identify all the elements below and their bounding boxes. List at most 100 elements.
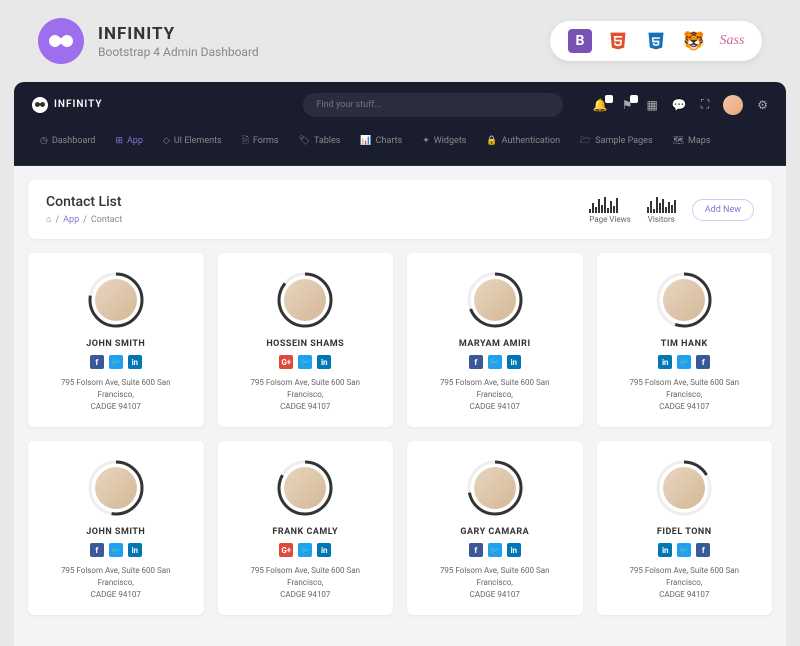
contact-grid: JOHN SMITH f 🐦 in 795 Folsom Ave, Suite 60…	[28, 253, 772, 615]
tech-badges: B 🐯 Sass	[550, 21, 762, 61]
social-links: f 🐦 in	[417, 355, 573, 369]
fb-icon[interactable]: f	[469, 543, 483, 557]
avatar-image	[284, 467, 326, 509]
contact-card: MARYAM AMIRI f🐦in 795 Folsom Ave, Suite …	[407, 253, 583, 427]
in-icon[interactable]: in	[128, 355, 142, 369]
tw-icon[interactable]: 🐦	[677, 543, 691, 557]
breadcrumb-app[interactable]: App	[63, 215, 79, 225]
tw-icon[interactable]: 🐦	[109, 543, 123, 557]
breadcrumb: ⌂ / App / Contact	[46, 214, 122, 225]
contact-card: TIM HANK in 🐦 f 795 Folsom Ave, Suite 600 …	[597, 253, 773, 427]
in-icon[interactable]: in	[658, 355, 672, 369]
nav-authentication[interactable]: 🔒 Authentication	[478, 127, 568, 155]
contact-card: FRANK CAMLY G+ 🐦 in 795 Folsom Ave, Suite …	[218, 441, 394, 615]
app-logo[interactable]: INFINITY	[32, 97, 103, 113]
social-links: f 🐦 in	[417, 543, 573, 557]
nav-app[interactable]: ⊞ App	[107, 127, 151, 155]
sparkline-visitors: Visitors	[647, 195, 676, 224]
avatar-ring	[87, 271, 145, 329]
social-links: f 🐦 in	[38, 355, 194, 369]
fb-icon[interactable]: f	[90, 543, 104, 557]
notifications-icon[interactable]: 🔔	[593, 98, 608, 112]
contact-name: JOHN SMITH	[38, 527, 194, 537]
in-icon[interactable]: in	[317, 355, 331, 369]
avatar-ring	[276, 459, 334, 517]
css3-icon	[644, 29, 668, 53]
contact-name: GARY CAMARA	[417, 527, 573, 537]
infinity-logo-icon	[38, 18, 84, 64]
user-avatar[interactable]	[723, 95, 743, 115]
nav-sample-pages[interactable]: 🗁 Sample Pages	[572, 127, 661, 155]
tw-icon[interactable]: 🐦	[109, 355, 123, 369]
promo-banner: INFINITY Bootstrap 4 Admin Dashboard B 🐯…	[0, 0, 800, 82]
tw-icon[interactable]: 🐦	[298, 543, 312, 557]
brand-title: INFINITY	[98, 24, 259, 44]
avatar-image	[474, 467, 516, 509]
contact-address: 795 Folsom Ave, Suite 600 SanFrancisco,C…	[228, 565, 384, 601]
fb-icon[interactable]: f	[696, 355, 710, 369]
contact-name: HOSSEIN SHAMS	[228, 339, 384, 349]
tw-icon[interactable]: 🐦	[488, 543, 502, 557]
sparkline-pageviews: Page Views	[589, 195, 631, 224]
contact-name: FIDEL TONN	[607, 527, 763, 537]
avatar-image	[95, 467, 137, 509]
messages-icon[interactable]: ⚑	[622, 98, 633, 112]
breadcrumb-home[interactable]: ⌂	[46, 214, 51, 225]
brand: INFINITY Bootstrap 4 Admin Dashboard	[38, 18, 259, 64]
social-links: in 🐦 f	[607, 355, 763, 369]
nav-maps[interactable]: 🗺 Maps	[665, 127, 719, 155]
in-icon[interactable]: in	[128, 543, 142, 557]
contact-address: 795 Folsom Ave, Suite 600 SanFrancisco,C…	[38, 377, 194, 413]
fb-icon[interactable]: f	[469, 355, 483, 369]
avatar-image	[663, 279, 705, 321]
tw-icon[interactable]: 🐦	[488, 355, 502, 369]
contact-card: HOSSEIN SHAMS G+🐦in 795 Folsom Ave, Suit…	[218, 253, 394, 427]
chat-icon[interactable]: 💬	[672, 98, 687, 112]
page-header: Contact List ⌂ / App / Contact Page View…	[28, 180, 772, 239]
nav-widgets[interactable]: ✦ Widgets	[414, 127, 474, 155]
contact-name: FRANK CAMLY	[228, 527, 384, 537]
contact-name: TIM HANK	[607, 339, 763, 349]
in-icon[interactable]: in	[317, 543, 331, 557]
topbar: INFINITY 🔔 ⚑ ▦ 💬 ⛶ ⚙	[14, 82, 786, 127]
nav-charts[interactable]: 📊 Charts	[352, 127, 410, 155]
nav-ui-elements[interactable]: ◇ UI Elements	[155, 127, 230, 155]
search-input[interactable]	[303, 93, 563, 117]
avatar-ring	[655, 459, 713, 517]
avatar-image	[284, 279, 326, 321]
fb-icon[interactable]: f	[90, 355, 104, 369]
avatar-ring	[655, 271, 713, 329]
avatar-ring	[466, 459, 524, 517]
contact-card: FIDEL TONN in 🐦 f 795 Folsom Ave, Suite 60…	[597, 441, 773, 615]
social-links: in 🐦 f	[607, 543, 763, 557]
avatar-image	[474, 279, 516, 321]
nav-forms[interactable]: 🗎 Forms	[234, 127, 287, 155]
in-icon[interactable]: in	[507, 543, 521, 557]
add-new-button[interactable]: Add New	[692, 199, 754, 221]
tw-icon[interactable]: 🐦	[677, 355, 691, 369]
fullscreen-icon[interactable]: ⛶	[701, 97, 709, 112]
social-links: G+ 🐦 in	[228, 355, 384, 369]
tw-icon[interactable]: 🐦	[298, 355, 312, 369]
contact-name: MARYAM AMIRI	[417, 339, 573, 349]
contact-name: JOHN SMITH	[38, 339, 194, 349]
app-window: INFINITY 🔔 ⚑ ▦ 💬 ⛶ ⚙ ◷ Dashboard ⊞ App ◇…	[14, 82, 786, 646]
in-icon[interactable]: in	[658, 543, 672, 557]
gp-icon[interactable]: G+	[279, 543, 293, 557]
in-icon[interactable]: in	[507, 355, 521, 369]
social-links: f 🐦 in	[38, 543, 194, 557]
sass-icon: Sass	[720, 29, 744, 53]
nav-tables[interactable]: 🏷 Tables	[291, 127, 349, 155]
contact-address: 795 Folsom Ave, Suite 600 SanFrancisco,C…	[607, 565, 763, 601]
content-area: Contact List ⌂ / App / Contact Page View…	[14, 166, 786, 646]
avatar-ring	[276, 271, 334, 329]
breadcrumb-current: Contact	[91, 215, 122, 225]
brand-subtitle: Bootstrap 4 Admin Dashboard	[98, 45, 259, 59]
settings-icon[interactable]: ⚙	[757, 98, 768, 112]
contact-address: 795 Folsom Ave, Suite 600 SanFrancisco,C…	[607, 377, 763, 413]
grid-icon[interactable]: ▦	[647, 98, 658, 112]
nav-dashboard[interactable]: ◷ Dashboard	[32, 127, 103, 155]
fb-icon[interactable]: f	[696, 543, 710, 557]
gp-icon[interactable]: G+	[279, 355, 293, 369]
contact-card: JOHN SMITH f🐦in 795 Folsom Ave, Suite 60…	[28, 441, 204, 615]
